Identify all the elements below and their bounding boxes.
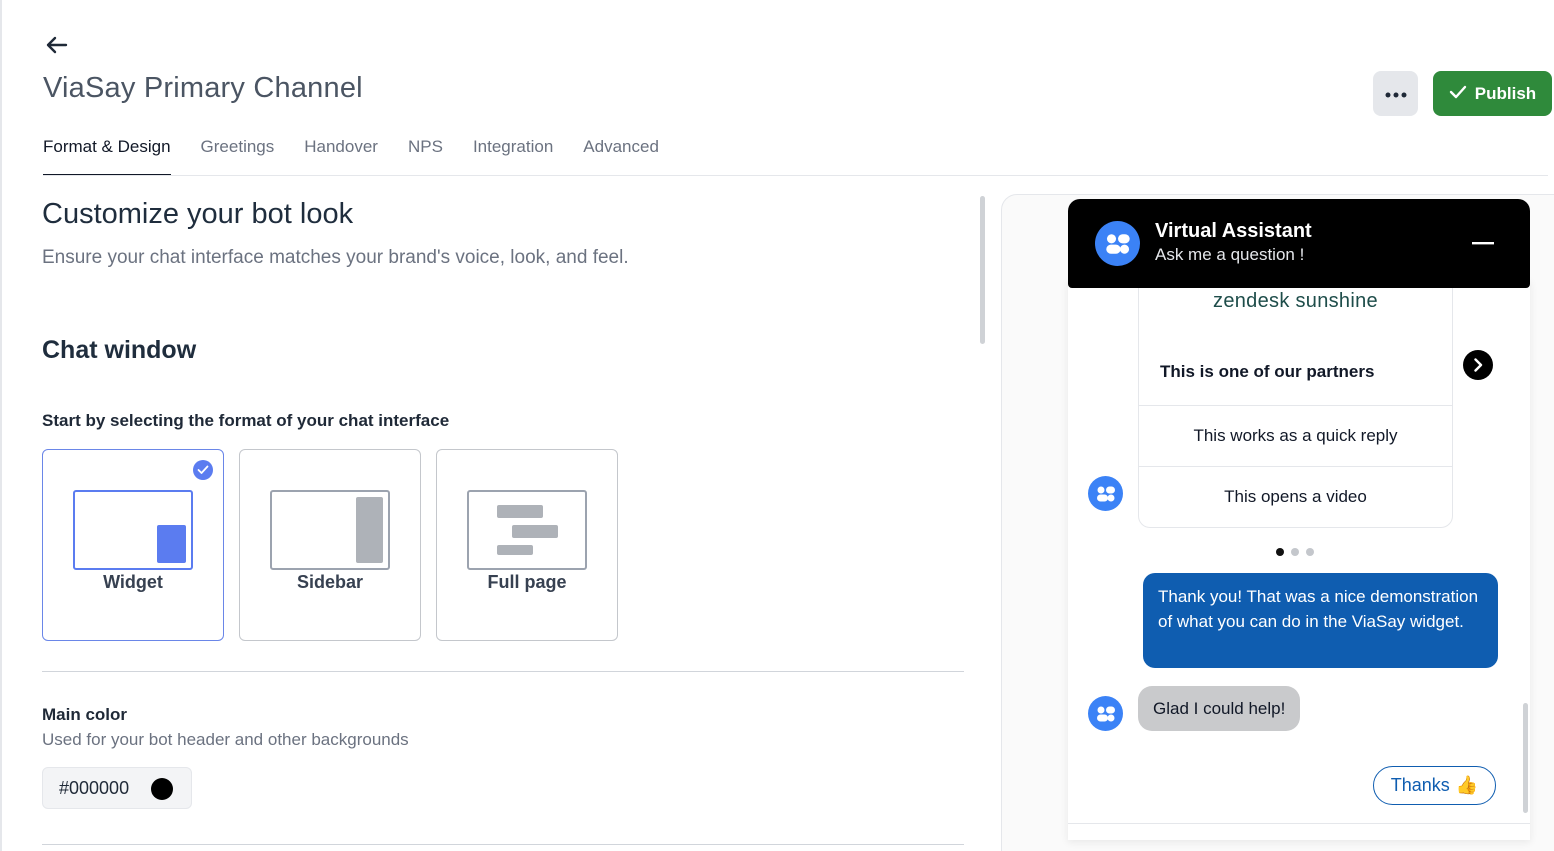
thanks-suggestion-button[interactable]: Thanks 👍 <box>1373 766 1496 805</box>
quick-reply-button[interactable]: This works as a quick reply <box>1139 405 1452 466</box>
more-options-button[interactable] <box>1373 71 1418 116</box>
thumbs-up-icon: 👍 <box>1455 775 1479 795</box>
main-color-field[interactable] <box>42 767 192 809</box>
minimize-icon[interactable] <box>1468 233 1498 253</box>
tabs-divider <box>43 175 1548 176</box>
widget-layout-icon <box>73 490 193 570</box>
section-divider-bottom <box>42 844 964 845</box>
chat-header: Virtual Assistant Ask me a question ! <box>1068 199 1530 288</box>
bot-message-bubble: Glad I could help! <box>1138 686 1301 731</box>
format-label-full-page: Full page <box>487 572 567 592</box>
carousel-card: zendesk sunshine This is one of our part… <box>1138 280 1453 528</box>
chat-header-title: Virtual Assistant <box>1155 220 1312 242</box>
carousel-pagination <box>1276 548 1314 556</box>
left-edge-border <box>0 0 2 851</box>
color-swatch[interactable] <box>151 778 173 800</box>
publish-label: Publish <box>1474 83 1537 103</box>
chevron-right-icon[interactable] <box>1463 350 1493 380</box>
chat-window-heading: Chat window <box>42 336 197 364</box>
main-color-input[interactable] <box>59 777 137 799</box>
publish-button[interactable]: Publish <box>1433 71 1552 116</box>
tab-bar: Format & Design Greetings Handover NPS I… <box>43 128 659 176</box>
carousel-dot-1[interactable] <box>1276 548 1284 556</box>
bot-avatar <box>1088 696 1123 731</box>
more-dots-icon <box>1385 86 1407 101</box>
format-label-sidebar: Sidebar <box>296 572 364 592</box>
sidebar-layout-icon <box>270 490 390 570</box>
format-label-widget: Widget <box>103 572 163 592</box>
video-link-button[interactable]: This opens a video <box>1139 466 1452 527</box>
carousel-dot-2[interactable] <box>1291 548 1299 556</box>
section-title: Customize your bot look <box>42 198 354 230</box>
settings-scrollbar-thumb[interactable] <box>980 196 985 344</box>
tab-greetings[interactable]: Greetings <box>201 128 275 176</box>
check-circle-icon <box>193 460 213 480</box>
format-card-widget[interactable]: Widget <box>42 449 224 641</box>
carousel-card-title: This is one of our partners <box>1160 362 1375 381</box>
chat-header-subtitle: Ask me a question ! <box>1155 245 1305 264</box>
main-color-description: Used for your bot header and other backg… <box>42 730 409 749</box>
tab-format-design[interactable]: Format & Design <box>43 128 171 176</box>
partner-logo: zendesk sunshine <box>1213 290 1378 312</box>
page-title: ViaSay Primary Channel <box>43 72 363 104</box>
bot-avatar-icon <box>1095 221 1140 266</box>
user-message-bubble: Thank you! That was a nice demonstration… <box>1143 573 1498 668</box>
format-card-sidebar[interactable]: Sidebar <box>239 449 421 641</box>
thanks-label: Thanks <box>1390 775 1450 795</box>
format-prompt: Start by selecting the format of your ch… <box>42 411 450 430</box>
tab-advanced[interactable]: Advanced <box>583 128 659 176</box>
full-page-layout-icon <box>467 490 587 570</box>
carousel-dot-3[interactable] <box>1306 548 1314 556</box>
chat-footer-divider <box>1068 823 1530 824</box>
section-divider <box>42 671 964 672</box>
bot-avatar <box>1088 476 1123 511</box>
chat-scrollbar-thumb[interactable] <box>1523 703 1528 813</box>
section-description: Ensure your chat interface matches your … <box>42 247 629 268</box>
checkmark-icon <box>1449 84 1467 104</box>
tab-nps[interactable]: NPS <box>408 128 443 176</box>
main-color-label: Main color <box>42 705 128 724</box>
tab-integration[interactable]: Integration <box>473 128 553 176</box>
format-card-full-page[interactable]: Full page <box>436 449 618 641</box>
back-arrow-icon[interactable] <box>40 30 72 60</box>
tab-handover[interactable]: Handover <box>304 128 378 176</box>
